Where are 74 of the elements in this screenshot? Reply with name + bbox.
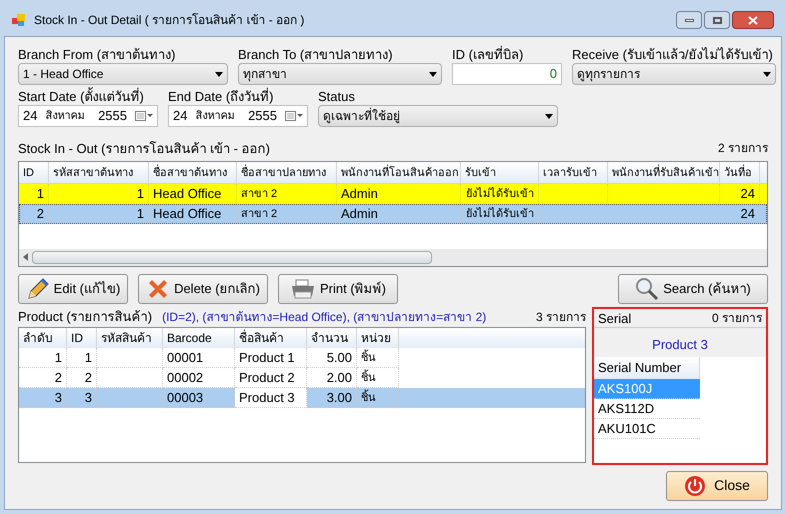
field-label: ID (เลขที่บิล) [452,47,524,63]
scroll-left-icon [23,253,28,261]
edit-button[interactable]: Edit (แก้ไข) [18,274,128,304]
table-cell: 2 [19,204,49,224]
delete-button[interactable]: Delete (ยกเลิก) [138,274,268,304]
dropdown-arrow-icon [215,72,223,76]
column-header[interactable]: วันที่อ [720,162,760,182]
field-label: Receive (รับเข้าแล้ว/ยังไม่ได้รับเข้า) [572,47,774,63]
column-header[interactable]: ชื่อสาขาต้นทาง [149,162,237,182]
serial-product-name: Product 3 [652,336,708,354]
id-input-field[interactable]: 0 [452,63,562,85]
column-header[interactable]: รับเข้า [461,162,539,182]
field-label: Status [318,89,356,105]
dropdown-arrow-icon [545,114,553,118]
window-title: Stock In - Out Detail ( รายการโอนสินค้า เข้า - ออก ) [34,12,304,29]
table-cell: ยังไม่ได้รับเข้า [461,204,539,224]
pencil-icon [26,276,50,300]
table-cell: 3 [67,388,97,408]
section-title: Stock In - Out (รายการโอนสินค้า เข้า - ออก) [18,140,270,158]
field-label: End Date (ถึงวันที่) [168,89,274,105]
table-cell: Admin [337,204,461,224]
serial-row[interactable]: AKU101C [594,418,700,438]
serial-row[interactable]: AKS112D [594,398,700,418]
close-icon [748,16,758,24]
table-cell: ชิ้น [357,388,399,408]
receive-dropdown[interactable]: ดูทุกรายการ [572,63,776,85]
table-cell: 3.00 [307,388,357,408]
date-field[interactable]: 24 สิงหาคม 2555 [168,105,308,127]
table-cell: Product 3 [235,388,307,408]
dropdown-arrow-icon [429,72,437,76]
table-row[interactable]: 1 1 00001 Product 1 5.00 ชิ้น [19,348,585,368]
app-icon [12,14,26,26]
date-field[interactable]: 24 สิงหาคม 2555 [18,105,158,127]
horizontal-scrollbar[interactable] [19,248,767,266]
table-cell: 24 [720,204,760,224]
field-label: Start Date (ตั้งแต่วันที่) [18,89,145,105]
search-icon [635,276,660,300]
table-cell: สาขา 2 [237,204,337,224]
record-count: 3 รายการ [536,308,586,326]
branch-from-dropdown[interactable]: 1 - Head Office [18,63,228,85]
dropdown-arrow-icon [763,72,771,76]
table-cell [97,388,163,408]
calendar-icon [285,111,303,121]
field-label: Branch From (สาขาต้นทาง) [18,47,176,63]
record-count: 2 รายการ [718,140,768,157]
calendar-icon [135,111,153,121]
product-info-text: (ID=2), (สาขาต้นทาง=Head Office), (สาขาปลายทาง=สาขา 2) [162,308,486,326]
table-cell: 1 [49,204,149,224]
record-count: 0 รายการ [712,310,762,326]
search-button[interactable]: Search (ค้นหา) [618,274,768,304]
column-header[interactable]: รหัสสาขาต้นทาง [49,162,149,182]
column-header[interactable]: เวลารับเข้า [539,162,608,182]
minimize-button[interactable] [676,11,702,29]
table-row[interactable]: 1 1 Head Office สาขา 2 Admin ยังไม่ได้รับเข้า 24 [19,184,767,204]
column-header[interactable]: พนักงานที่รับสินค้าเข้า [608,162,720,182]
maximize-button[interactable] [704,11,730,29]
print-button[interactable]: Print (พิมพ์) [278,274,398,304]
table-cell: Head Office [149,204,237,224]
table-cell: 3 [19,388,67,408]
printer-icon [290,278,316,300]
status-dropdown[interactable]: ดูเฉพาะที่ใช้อยู่ [318,105,558,127]
table-row[interactable]: 2 1 Head Office สาขา 2 Admin ยังไม่ได้รับเข้า 24 [19,204,767,224]
field-label: Branch To (สาขาปลายทาง) [238,47,394,63]
branch-to-dropdown[interactable]: ทุกสาขา [238,63,442,85]
section-title: Serial [598,310,632,326]
table-row[interactable]: 3 3 00003 Product 3 3.00 ชิ้น [19,388,585,408]
power-icon [684,474,706,496]
column-header[interactable]: พนักงานที่โอนสินค้าออก [337,162,461,182]
column-header[interactable]: Serial Number [594,356,700,378]
column-header[interactable]: ID [19,162,49,182]
section-title: Product (รายการสินค้า) [18,308,152,326]
close-button[interactable]: Close [666,470,768,500]
close-window-button[interactable] [732,11,774,29]
column-header[interactable]: ชื่อสาขาปลายทาง [237,162,337,182]
